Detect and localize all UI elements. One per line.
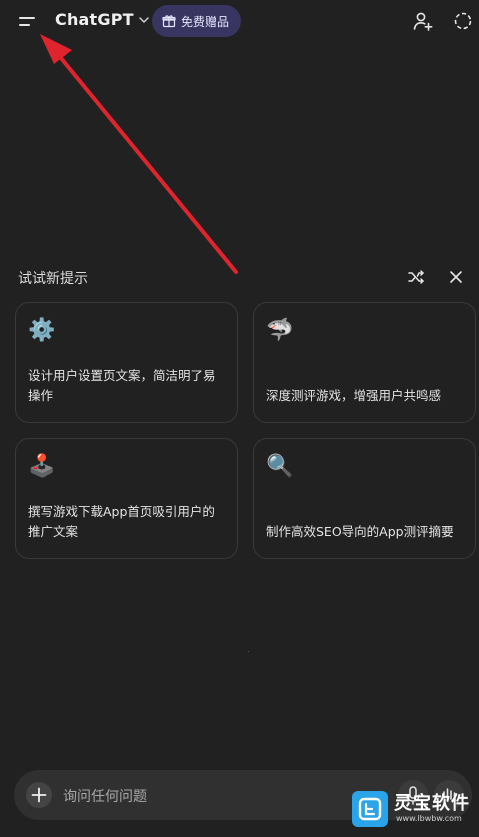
attach-button[interactable]	[26, 782, 52, 808]
site-watermark: 灵宝软件 www.lbwbw.com	[352, 787, 476, 833]
suggestion-card-settings-copy[interactable]: ⚙️ 设计用户设置页文案，简洁明了易操作	[15, 302, 238, 423]
suggestion-text: 制作高效SEO导向的App测评摘要	[266, 524, 454, 539]
top-bar: ChatGPT 免费赠品	[0, 0, 479, 44]
add-user-icon[interactable]	[412, 10, 434, 32]
suggestion-text: 深度测评游戏，增强用户共鸣感	[266, 388, 442, 403]
watermark-url: www.lbwbw.com	[396, 814, 462, 823]
shark-icon: 🦈	[266, 318, 294, 343]
shuffle-icon[interactable]	[406, 267, 426, 287]
gift-icon	[162, 15, 176, 28]
gift-label: 免费赠品	[181, 14, 230, 29]
joystick-icon: 🕹️	[28, 454, 56, 479]
suggestion-card-promo-copy[interactable]: 🕹️ 撰写游戏下载App首页吸引用户的推广文案	[15, 438, 238, 559]
suggestion-text: 撰写游戏下载App首页吸引用户的推广文案	[28, 504, 215, 539]
close-icon[interactable]	[446, 267, 466, 287]
suggestions-title: 试试新提示	[18, 271, 88, 287]
model-selector[interactable]: ChatGPT	[55, 10, 150, 29]
free-gift-button[interactable]: 免费赠品	[152, 5, 242, 37]
suggestions-header: 试试新提示	[18, 266, 468, 288]
watermark-logo-icon	[352, 791, 388, 827]
temporary-chat-icon[interactable]	[452, 10, 474, 32]
plus-icon	[31, 787, 47, 803]
suggestion-card-seo-summary[interactable]: 🔍 制作高效SEO导向的App测评摘要	[253, 438, 476, 559]
suggestion-card-game-review[interactable]: 🦈 深度测评游戏，增强用户共鸣感	[253, 302, 476, 423]
chevron-down-icon	[139, 16, 149, 23]
magnifier-icon: 🔍	[266, 454, 294, 479]
menu-icon[interactable]	[14, 8, 42, 34]
watermark-text: 灵宝软件	[394, 793, 470, 814]
model-name: ChatGPT	[55, 10, 134, 29]
message-input[interactable]: 询问任何问题	[63, 786, 147, 806]
gear-icon: ⚙️	[28, 318, 56, 343]
decorative-dot	[248, 651, 249, 652]
suggestion-text: 设计用户设置页文案，简洁明了易操作	[28, 368, 216, 403]
